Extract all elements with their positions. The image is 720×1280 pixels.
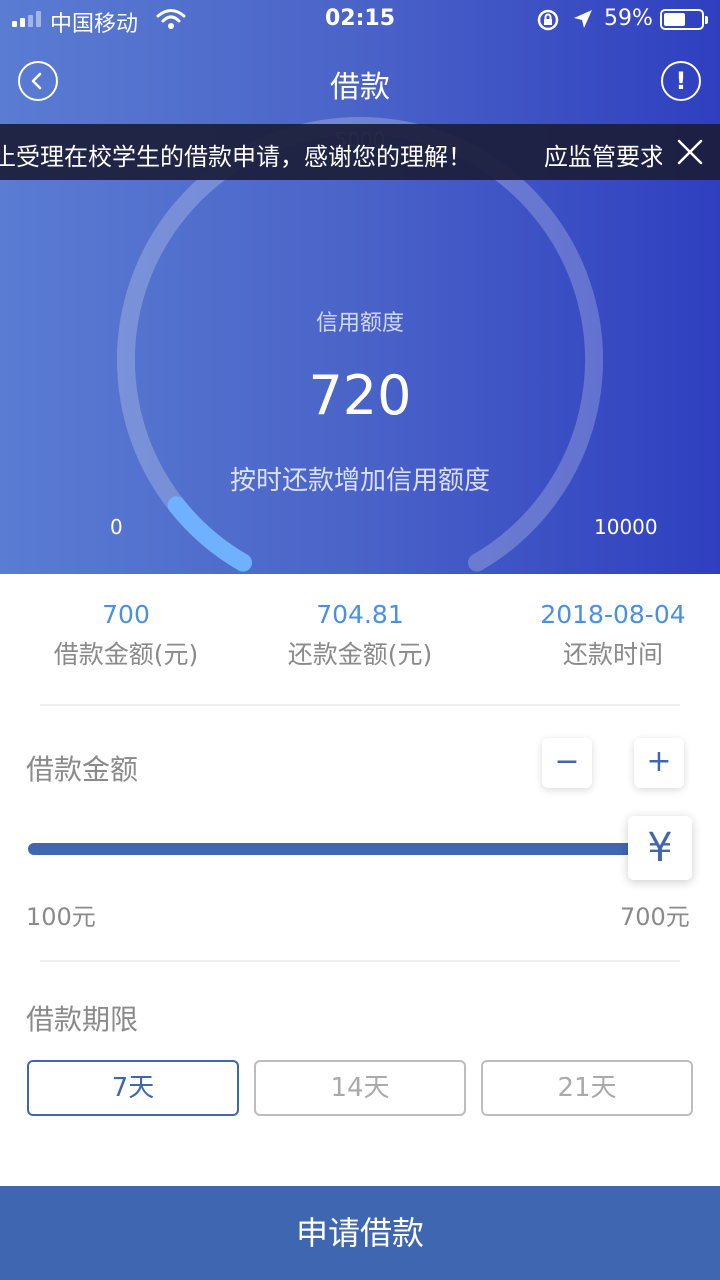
credit-hero: 5000 信用额度 720 按时还款增加信用额度 0 10000 中国移动 02… <box>0 0 720 574</box>
repay-amount-label: 还款金额(元) <box>287 640 433 669</box>
notice-text-next: 应监管要求 <box>544 143 662 171</box>
term-option-7[interactable]: 7天 <box>27 1060 239 1116</box>
page-title: 借款 <box>330 70 390 105</box>
divider <box>40 960 680 962</box>
term-option-14[interactable]: 14天 <box>254 1060 466 1116</box>
summary-repay-amount: 704.81 还款金额(元) <box>270 600 450 671</box>
credit-limit-hint: 按时还款增加信用额度 <box>229 466 490 496</box>
credit-limit-title: 信用额度 <box>315 311 404 336</box>
notice-text: 止受理在校学生的借款申请，感谢您的理解！ <box>0 143 472 171</box>
repay-amount-value: 704.81 <box>316 600 404 629</box>
notice-banner: 止受理在校学生的借款申请，感谢您的理解！ 应监管要求 <box>0 124 720 180</box>
loan-amount-value: 700 <box>102 600 150 629</box>
summary-repay-date: 2018-08-04 还款时间 <box>526 600 700 671</box>
decrease-button[interactable]: − <box>542 738 592 788</box>
location-arrow-icon <box>574 10 592 28</box>
slider-max-label: 700元 <box>620 903 690 931</box>
battery-percent: 59% <box>604 6 653 31</box>
credit-limit-value: 720 <box>308 364 412 427</box>
repay-date-label: 还款时间 <box>562 640 663 669</box>
gauge-fill <box>167 496 252 572</box>
gauge-min-label: 0 <box>110 515 123 539</box>
status-bar: 中国移动 02:15 59% <box>0 0 720 40</box>
repay-date-value: 2018-08-04 <box>540 600 686 629</box>
amount-slider-thumb[interactable]: ¥ <box>628 816 692 880</box>
divider <box>40 704 680 706</box>
gauge-track <box>117 117 603 572</box>
battery-icon <box>660 9 708 30</box>
gauge-max-label: 10000 <box>594 515 658 539</box>
loan-term-title: 借款期限 <box>26 1003 139 1036</box>
info-button[interactable]: ! <box>661 61 701 101</box>
close-icon[interactable] <box>676 138 704 166</box>
increase-button[interactable]: + <box>634 738 684 788</box>
slider-min-label: 100元 <box>26 903 96 931</box>
apply-loan-button[interactable]: 申请借款 <box>0 1186 720 1280</box>
loan-summary: 700 借款金额(元) 704.81 还款金额(元) 2018-08-04 还款… <box>0 600 720 680</box>
amount-slider-track[interactable] <box>28 843 648 855</box>
notice-marquee: 止受理在校学生的借款申请，感谢您的理解！ 应监管要求 <box>0 137 662 172</box>
term-option-21[interactable]: 21天 <box>481 1060 693 1116</box>
summary-loan-amount: 700 借款金额(元) <box>36 600 216 671</box>
loan-amount-title: 借款金额 <box>26 753 139 786</box>
loan-amount-label: 借款金额(元) <box>53 640 199 669</box>
rotation-lock-icon <box>537 9 559 31</box>
